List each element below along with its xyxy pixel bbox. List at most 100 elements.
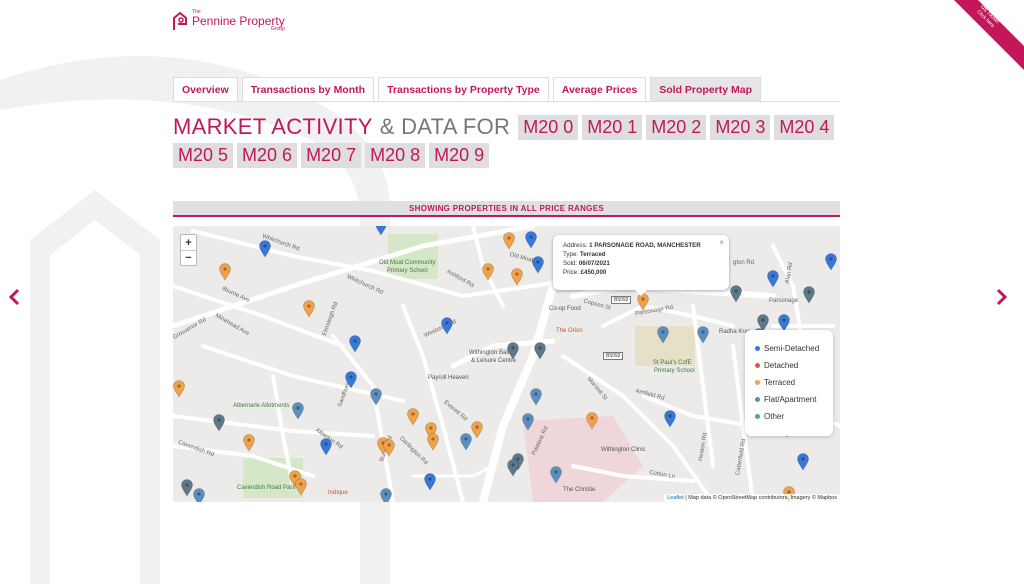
legend-item-other: Other — [755, 408, 823, 425]
map-label-old-moat: Old Moat Community — [379, 260, 436, 266]
popup-price: £450,000 — [580, 269, 607, 276]
legend-label: Terraced — [764, 378, 796, 387]
tab-transactions-by-property-type[interactable]: Transactions by Property Type — [378, 77, 549, 102]
legend-label: Semi-Detached — [764, 344, 820, 353]
map-pin-icon[interactable] — [295, 478, 307, 496]
map-pin-icon[interactable] — [522, 413, 534, 431]
popup-sold-label: Sold: — [563, 260, 578, 267]
legend-dot-icon — [755, 346, 760, 351]
map-pin-icon[interactable] — [525, 231, 537, 249]
map-pin-icon[interactable] — [380, 488, 392, 502]
legend-item-terraced: Terraced — [755, 374, 823, 391]
popup-address-row: Address: 1 PARSONAGE ROAD, MANCHESTER — [563, 241, 719, 250]
road-sign-b5093: B5093 — [611, 296, 632, 304]
map-pin-icon[interactable] — [503, 232, 515, 250]
map-pin-icon[interactable] — [664, 410, 676, 428]
postcode-m20-1[interactable]: M20 1 — [582, 114, 643, 140]
popup-address: 1 PARSONAGE ROAD, MANCHESTER — [589, 242, 701, 249]
map-pin-icon[interactable] — [173, 380, 185, 398]
sold-property-map[interactable]: Old Moat Community Primary School Within… — [173, 226, 840, 502]
map-pin-icon[interactable] — [825, 253, 837, 271]
map-pin-icon[interactable] — [586, 412, 598, 430]
legend-label: Detached — [764, 361, 799, 370]
postcode-m20-9[interactable]: M20 9 — [429, 143, 490, 168]
map-pin-icon[interactable] — [345, 371, 357, 389]
postcode-m20-8[interactable]: M20 8 — [365, 143, 426, 168]
map-attribution: Leaflet | Map data © OpenStreetMap contr… — [664, 494, 840, 502]
map-pin-icon[interactable] — [803, 286, 815, 304]
map-pin-icon[interactable] — [507, 459, 519, 477]
map-pin-icon[interactable] — [243, 434, 255, 452]
postcode-m20-3[interactable]: M20 3 — [710, 114, 771, 140]
company-logo[interactable]: The Pennine Property Group — [172, 10, 285, 32]
map-pin-icon[interactable] — [427, 433, 439, 451]
map-pin-icon[interactable] — [213, 414, 225, 432]
postcode-m20-0[interactable]: M20 0 — [518, 114, 579, 140]
map-pin-icon[interactable] — [460, 433, 472, 451]
popup-type-label: Type: — [563, 251, 579, 258]
legend-item-flat: Flat/Apartment — [755, 391, 823, 408]
map-pin-icon[interactable] — [550, 466, 562, 484]
tab-overview[interactable]: Overview — [173, 77, 238, 102]
leaflet-link[interactable]: Leaflet — [667, 495, 684, 501]
map-pin-icon[interactable] — [292, 402, 304, 420]
map-pin-icon[interactable] — [697, 326, 709, 344]
map-label-coop: Co-op Food — [549, 306, 581, 312]
map-pin-icon[interactable] — [530, 388, 542, 406]
legend-dot-icon — [755, 414, 760, 419]
popup-type: Terraced — [579, 251, 606, 258]
popup-sold: 06/07/2021 — [578, 260, 610, 267]
popup-sold-row: Sold: 06/07/2021 — [563, 259, 719, 268]
map-label-orion: The Orion — [556, 328, 583, 334]
map-pin-icon[interactable] — [507, 342, 519, 360]
previous-arrow-icon[interactable] — [8, 288, 20, 306]
tab-sold-property-map[interactable]: Sold Property Map — [650, 77, 762, 102]
map-pin-icon[interactable] — [730, 285, 742, 303]
map-pin-icon[interactable] — [303, 300, 315, 318]
postcode-m20-7[interactable]: M20 7 — [301, 143, 362, 168]
map-pin-icon[interactable] — [471, 421, 483, 439]
map-pin-icon[interactable] — [441, 317, 453, 335]
map-pin-icon[interactable] — [482, 263, 494, 281]
legend-item-detached: Detached — [755, 357, 823, 374]
legend-dot-icon — [755, 397, 760, 402]
map-pin-icon[interactable] — [424, 473, 436, 491]
map-pin-icon[interactable] — [383, 439, 395, 457]
map-pin-icon[interactable] — [320, 438, 332, 456]
map-pin-icon[interactable] — [219, 263, 231, 281]
postcode-m20-2[interactable]: M20 2 — [646, 114, 707, 140]
popup-close-button[interactable]: × — [719, 238, 724, 247]
tab-transactions-by-month[interactable]: Transactions by Month — [241, 77, 375, 102]
map-pin-icon[interactable] — [511, 268, 523, 286]
map-pin-icon[interactable] — [797, 453, 809, 471]
zoom-in-button[interactable]: + — [181, 235, 196, 250]
postcode-m20-6[interactable]: M20 6 — [237, 143, 298, 168]
title-market-activity: MARKET ACTIVITY — [173, 114, 373, 139]
map-pin-icon[interactable] — [193, 488, 205, 502]
map-pin-icon[interactable] — [407, 408, 419, 426]
map-pin-icon[interactable] — [181, 479, 193, 497]
road-gton: gton Rd — [733, 260, 755, 266]
attribution-text: | Map data © OpenStreetMap contributors,… — [685, 495, 837, 501]
tab-average-prices[interactable]: Average Prices — [552, 77, 647, 102]
map-pin-icon[interactable] — [657, 326, 669, 344]
next-arrow-icon[interactable] — [996, 288, 1008, 306]
logo-mark-icon — [173, 11, 187, 30]
postcode-m20-5[interactable]: M20 5 — [173, 143, 234, 168]
map-pin-icon[interactable] — [259, 240, 271, 258]
legend-item-semi-detached: Semi-Detached — [755, 340, 823, 357]
map-pin-icon[interactable] — [349, 335, 361, 353]
map-pin-icon[interactable] — [532, 256, 544, 274]
map-pin-icon[interactable] — [767, 270, 779, 288]
zoom-out-button[interactable]: − — [181, 250, 196, 265]
road-sign-b5093-2: B5093 — [603, 352, 624, 360]
map-label-old-moat-2: Primary School — [387, 268, 428, 274]
postcode-m20-4[interactable]: M20 4 — [774, 114, 835, 140]
map-pin-icon[interactable] — [375, 226, 387, 236]
map-legend: Semi-Detached Detached Terraced Flat/Apa… — [745, 330, 833, 436]
popup-price-label: Price: — [563, 269, 579, 276]
legend-label: Other — [764, 412, 785, 421]
map-pin-icon[interactable] — [534, 342, 546, 360]
map-label-cavendish: Cavendish Road Park — [237, 485, 296, 491]
map-pin-icon[interactable] — [370, 388, 382, 406]
